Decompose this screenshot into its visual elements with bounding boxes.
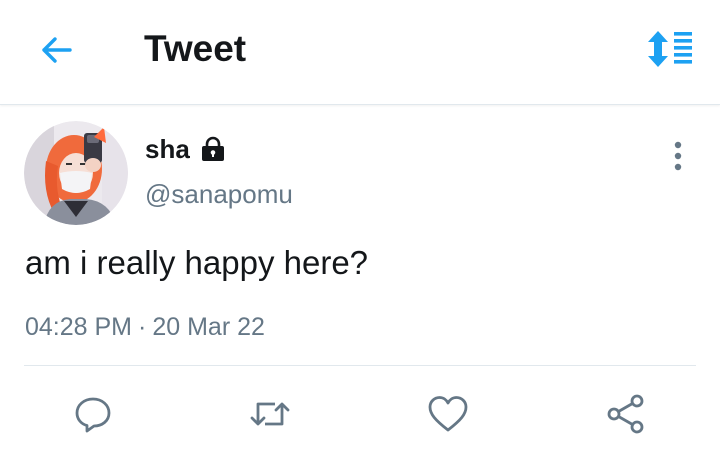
tweet-date: 20 Mar 22 [152, 313, 265, 341]
arrow-left-icon [42, 37, 72, 63]
divider [24, 365, 696, 366]
back-button[interactable] [34, 28, 78, 72]
profile-photo [24, 121, 128, 225]
display-name[interactable]: sha [145, 131, 190, 167]
reply-button[interactable] [69, 392, 117, 436]
tweet-time: 04:28 PM [25, 313, 133, 341]
share-icon [607, 394, 644, 434]
retweet-icon [250, 402, 290, 426]
author-name-row: sha [145, 131, 226, 167]
avatar[interactable] [24, 121, 128, 225]
more-vertical-icon [674, 141, 682, 171]
tweet-timestamp[interactable]: 04:28 PM · 20 Mar 22 [25, 308, 265, 346]
top-app-bar: Tweet [0, 0, 720, 105]
share-button[interactable] [602, 392, 650, 436]
tweet-detail-screen: Tweet sha @sanapomu am i really happy he… [0, 0, 720, 450]
page-title: Tweet [144, 28, 247, 69]
more-options-button[interactable] [660, 136, 696, 176]
sort-order-icon [648, 31, 692, 67]
timestamp-separator: · [138, 313, 147, 341]
like-button[interactable] [424, 392, 472, 436]
user-handle[interactable]: @sanapomu [145, 176, 293, 212]
retweet-button[interactable] [246, 392, 294, 436]
like-icon [428, 396, 468, 432]
reply-icon [75, 397, 111, 433]
tweet-text: am i really happy here? [25, 244, 369, 281]
sort-order-button[interactable] [640, 24, 700, 74]
lock-icon [200, 136, 226, 162]
